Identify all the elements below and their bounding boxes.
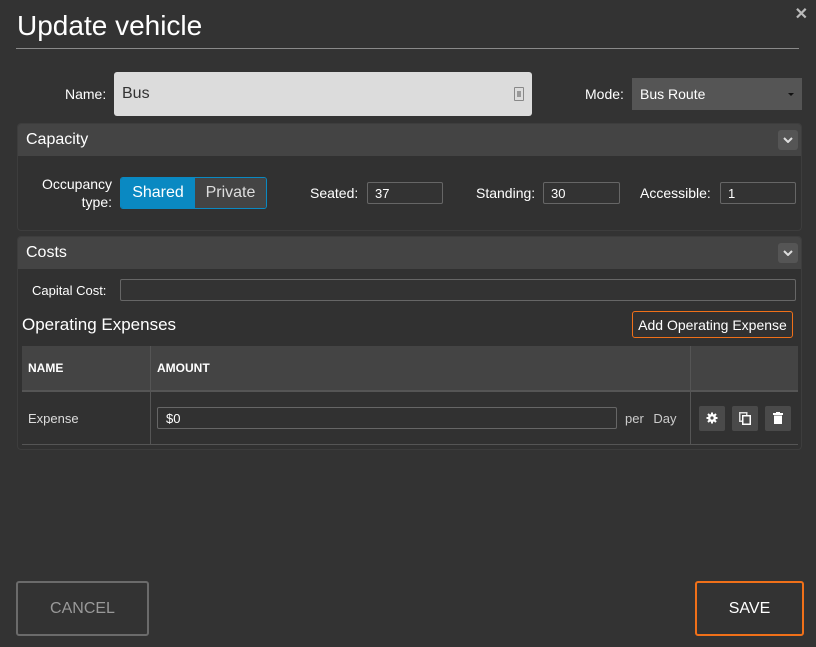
mode-select[interactable]: Bus Route <box>632 78 802 110</box>
standing-label: Standing: <box>476 185 536 201</box>
accessible-label: Accessible: <box>640 185 711 201</box>
gear-icon <box>706 412 718 424</box>
occupancy-toggle: Shared Private <box>120 177 267 209</box>
title-divider <box>16 48 799 49</box>
column-header-name: NAME <box>22 346 151 390</box>
name-input[interactable]: Bus <box>114 72 532 116</box>
seated-input[interactable]: 37 <box>367 182 443 204</box>
capacity-header[interactable]: Capacity <box>18 124 801 156</box>
save-button[interactable]: SAVE <box>695 581 804 636</box>
occupancy-label-line1: Occupancy <box>42 176 113 192</box>
mode-label: Mode: <box>585 86 624 102</box>
operating-expenses-title: Operating Expenses <box>22 315 177 334</box>
table-row: Expense $0 per Day <box>22 392 798 445</box>
expense-actions <box>691 392 798 444</box>
chevron-down-icon[interactable] <box>778 243 798 263</box>
name-label: Name: <box>65 86 107 102</box>
caret-down-icon <box>788 92 794 96</box>
copy-icon <box>739 411 751 425</box>
close-icon[interactable]: ✕ <box>795 4 808 24</box>
expense-name: Expense <box>22 392 151 444</box>
operating-expenses-table: NAME AMOUNT Expense $0 per Day <box>22 346 798 445</box>
capacity-title: Capacity <box>26 131 89 148</box>
accessible-input[interactable]: 1 <box>720 182 796 204</box>
name-value: Bus <box>122 85 150 102</box>
column-header-actions <box>691 346 798 390</box>
delete-button[interactable] <box>765 405 791 431</box>
cancel-button[interactable]: CANCEL <box>16 581 149 636</box>
add-operating-expense-button[interactable]: Add Operating Expense <box>632 311 793 338</box>
dialog-title: Update vehicle <box>17 10 203 41</box>
expense-period: per Day <box>625 411 677 426</box>
settings-button[interactable] <box>699 405 725 431</box>
chevron-down-icon[interactable] <box>778 130 798 150</box>
column-header-amount: AMOUNT <box>151 346 691 390</box>
trash-icon <box>773 412 783 424</box>
contact-card-icon[interactable] <box>514 87 524 101</box>
mode-value: Bus Route <box>640 86 706 102</box>
occupancy-private-option[interactable]: Private <box>195 178 266 208</box>
capital-cost-label: Capital Cost: <box>32 283 107 298</box>
occupancy-label: Occupancy type: <box>42 175 112 211</box>
capital-cost-input[interactable] <box>120 279 796 301</box>
table-header: NAME AMOUNT <box>22 346 798 392</box>
copy-button[interactable] <box>732 405 758 431</box>
expense-amount-cell: $0 per Day <box>151 392 691 444</box>
seated-label: Seated: <box>310 185 359 201</box>
per-label: per <box>625 410 644 426</box>
expense-amount-input[interactable]: $0 <box>157 407 617 429</box>
occupancy-shared-option[interactable]: Shared <box>121 178 195 208</box>
costs-header[interactable]: Costs <box>18 237 801 269</box>
period-label: Day <box>653 410 677 426</box>
standing-input[interactable]: 30 <box>543 182 620 204</box>
costs-title: Costs <box>26 244 67 261</box>
occupancy-label-line2: type: <box>81 194 112 210</box>
